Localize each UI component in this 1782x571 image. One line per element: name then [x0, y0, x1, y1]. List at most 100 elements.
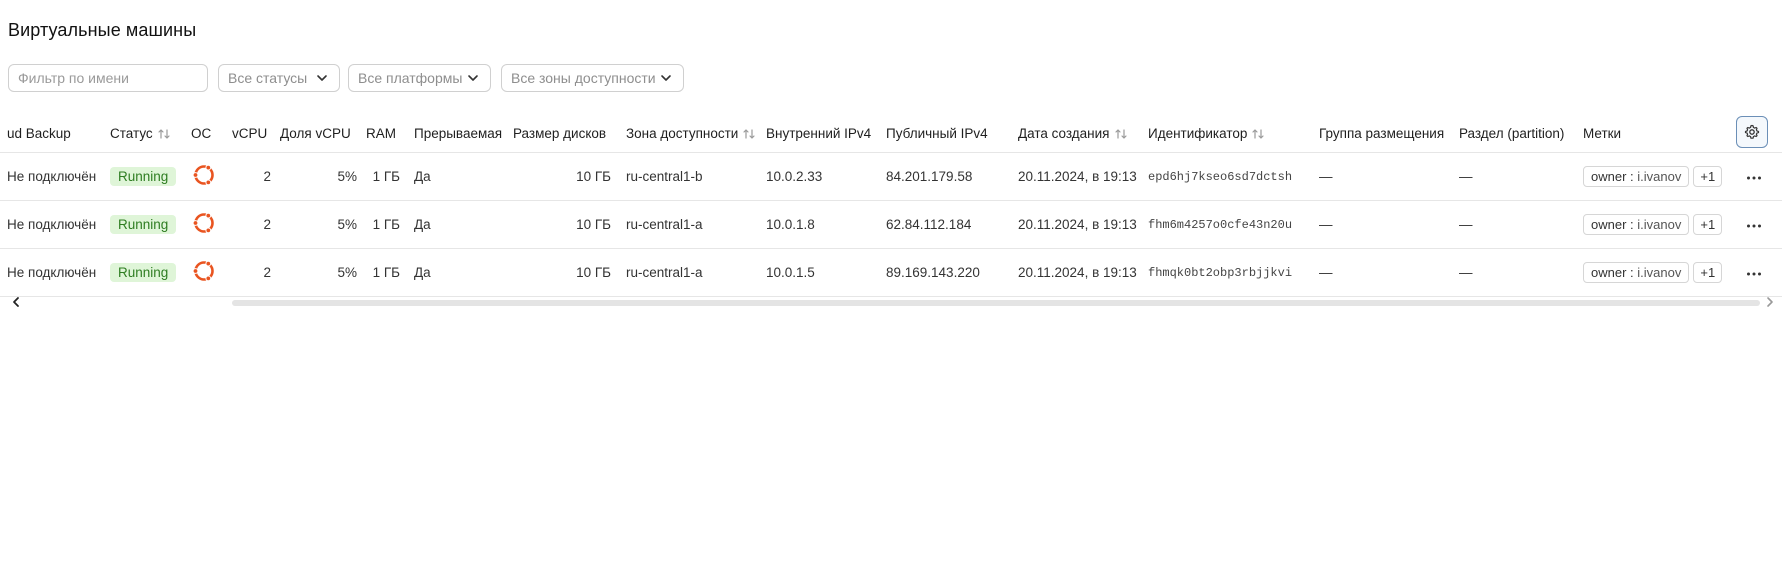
ellipsis-icon — [1747, 272, 1761, 275]
table-row[interactable]: Не подключён Running 2 5% 1 ГБ Да 10 ГБ ru-cent… — [0, 151, 1782, 200]
row-actions-button[interactable] — [1742, 217, 1766, 232]
disk-size-cell: 10 ГБ — [513, 199, 621, 248]
label-value: i.ivanov — [1637, 168, 1682, 184]
column-header-id[interactable]: Идентификатор — [1148, 116, 1319, 152]
ram-cell: 1 ГБ — [366, 247, 410, 297]
label-value: i.ivanov — [1637, 216, 1682, 232]
placement-group-cell: — — [1319, 151, 1459, 200]
chevron-left-icon[interactable] — [10, 296, 22, 308]
column-header-disk-size[interactable]: Размер дисков — [513, 116, 621, 152]
os-cell — [191, 199, 232, 248]
vcpu-cell: 2 — [232, 199, 280, 248]
label-tag[interactable]: owner : i.ivanov — [1583, 213, 1690, 235]
status-cell: Running — [110, 199, 191, 248]
zone-cell: ru-central1-a — [621, 199, 766, 248]
label-tag[interactable]: owner : i.ivanov — [1583, 261, 1690, 283]
chevron-down-icon — [661, 75, 671, 81]
label-key: owner — [1591, 216, 1627, 232]
vm-id[interactable]: epd6hj7kseo6sd7dctsh — [1148, 170, 1292, 184]
id-cell[interactable]: epd6hj7kseo6sd7dctsh — [1148, 151, 1319, 200]
labels-cell: owner : i.ivanov +1 — [1583, 199, 1742, 248]
id-cell[interactable]: fhmqk0bt2obp3rbjjkvi — [1148, 247, 1319, 297]
vcpu-share-cell: 5% — [280, 199, 366, 248]
chevron-down-icon — [317, 75, 327, 81]
gear-icon — [1744, 124, 1760, 139]
public-ip-cell: 89.169.143.220 — [886, 247, 1018, 297]
sort-arrows-icon[interactable] — [1251, 127, 1265, 141]
ellipsis-icon — [1747, 176, 1761, 179]
column-header-internal-ip[interactable]: Внутренний IPv4 — [766, 116, 886, 152]
horizontal-scrollbar[interactable] — [232, 300, 1760, 306]
preemptible-cell: Да — [410, 247, 513, 297]
label-key: owner — [1591, 264, 1627, 280]
label-separator: : — [1630, 264, 1634, 280]
column-header-vcpu-share[interactable]: Доля vCPU — [280, 116, 366, 152]
internal-ip-cell: 10.0.2.33 — [766, 151, 886, 200]
table-row[interactable]: Не подключён Running 2 5% 1 ГБ Да 10 ГБ ru-cent… — [0, 247, 1782, 297]
placement-group-cell: — — [1319, 247, 1459, 297]
label-value: i.ivanov — [1637, 264, 1682, 280]
table-header-row: ud Backup Статус ОС vCPU Доля vCPU RAM П… — [0, 116, 1782, 152]
vcpu-share-cell: 5% — [280, 151, 366, 200]
vm-id[interactable]: fhm6m4257o0cfe43n20u — [1148, 218, 1292, 232]
status-cell: Running — [110, 151, 191, 200]
name-filter-input[interactable] — [8, 64, 208, 92]
id-cell[interactable]: fhm6m4257o0cfe43n20u — [1148, 199, 1319, 248]
column-header-backup[interactable]: ud Backup — [0, 116, 110, 152]
actions-cell — [1742, 151, 1782, 200]
table-settings-button[interactable] — [1736, 116, 1768, 148]
zone-cell: ru-central1-a — [621, 247, 766, 297]
os-cell — [191, 247, 232, 297]
label-tag[interactable]: owner : i.ivanov — [1583, 165, 1690, 187]
column-header-zone[interactable]: Зона доступности — [621, 116, 766, 152]
column-header-partition[interactable]: Раздел (partition) — [1459, 116, 1583, 152]
chevron-down-icon — [468, 75, 478, 81]
column-header-status[interactable]: Статус — [110, 116, 191, 152]
column-header-vcpu[interactable]: vCPU — [232, 116, 280, 152]
label-more-badge[interactable]: +1 — [1693, 213, 1723, 235]
created-cell: 20.11.2024, в 19:13 — [1018, 199, 1148, 248]
ubuntu-icon — [191, 162, 217, 191]
os-cell — [191, 151, 232, 200]
row-actions-button[interactable] — [1742, 169, 1766, 184]
column-header-public-ip[interactable]: Публичный IPv4 — [886, 116, 1018, 152]
disk-size-cell: 10 ГБ — [513, 247, 621, 297]
label-separator: : — [1630, 168, 1634, 184]
vcpu-share-cell: 5% — [280, 247, 366, 297]
vm-id[interactable]: fhmqk0bt2obp3rbjjkvi — [1148, 266, 1292, 280]
status-filter-value: Все статусы — [228, 70, 308, 86]
status-badge: Running — [110, 214, 177, 234]
chevron-right-icon[interactable] — [1764, 296, 1776, 308]
zone-filter-select[interactable]: Все зоны доступности — [501, 64, 684, 92]
column-header-ram[interactable]: RAM — [366, 116, 410, 152]
disk-size-cell: 10 ГБ — [513, 151, 621, 200]
page-title: Виртуальные машины — [8, 20, 197, 40]
partition-cell: — — [1459, 247, 1583, 297]
column-header-labels[interactable]: Метки — [1583, 116, 1742, 152]
platform-filter-value: Все платформы — [358, 70, 463, 86]
label-separator: : — [1630, 216, 1634, 232]
status-badge: Running — [110, 166, 177, 186]
label-key: owner — [1591, 168, 1627, 184]
ellipsis-icon — [1747, 224, 1761, 227]
status-cell: Running — [110, 247, 191, 297]
column-header-os[interactable]: ОС — [191, 116, 232, 152]
sort-arrows-icon[interactable] — [157, 127, 171, 141]
column-header-preemptible[interactable]: Прерываемая — [410, 116, 513, 152]
backup-cell: Не подключён — [0, 199, 110, 248]
sort-arrows-icon[interactable] — [742, 127, 756, 141]
status-filter-select[interactable]: Все статусы — [218, 64, 340, 92]
column-header-placement-group[interactable]: Группа размещения — [1319, 116, 1459, 152]
row-actions-button[interactable] — [1742, 265, 1766, 280]
sort-arrows-icon[interactable] — [1114, 127, 1128, 141]
backup-cell: Не подключён — [0, 151, 110, 200]
table-row[interactable]: Не подключён Running 2 5% 1 ГБ Да 10 ГБ ru-cent… — [0, 199, 1782, 248]
column-header-created[interactable]: Дата создания — [1018, 116, 1148, 152]
labels-cell: owner : i.ivanov +1 — [1583, 247, 1742, 297]
internal-ip-cell: 10.0.1.5 — [766, 247, 886, 297]
zone-filter-value: Все зоны доступности — [511, 70, 656, 86]
label-more-badge[interactable]: +1 — [1693, 165, 1723, 187]
ram-cell: 1 ГБ — [366, 151, 410, 200]
label-more-badge[interactable]: +1 — [1693, 261, 1723, 283]
platform-filter-select[interactable]: Все платформы — [348, 64, 491, 92]
